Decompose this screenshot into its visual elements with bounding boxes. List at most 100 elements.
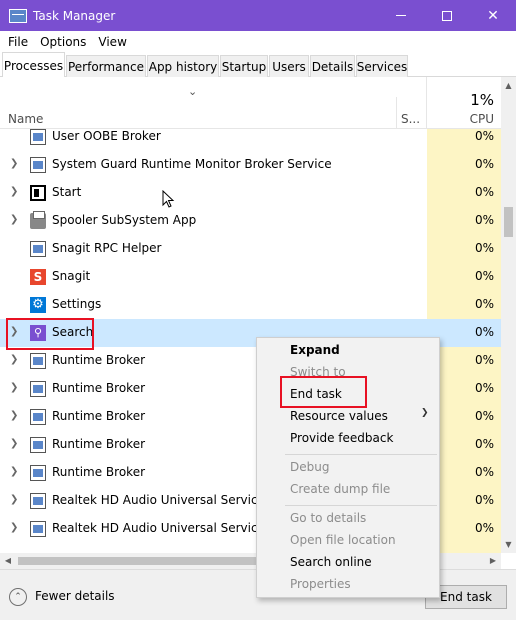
snagit-icon: S: [30, 269, 46, 285]
expand-chevron-icon[interactable]: ❯: [10, 410, 20, 421]
window-icon: [30, 465, 46, 481]
process-name: Runtime Broker: [52, 353, 146, 367]
context-menu-properties: Properties: [290, 577, 351, 591]
process-name: Realtek HD Audio Universal Service: [52, 493, 265, 507]
process-name: Spooler SubSystem App: [52, 213, 197, 227]
table-row[interactable]: Snagit RPC Helper 0%: [0, 235, 501, 263]
window-icon: [30, 493, 46, 509]
search-row-highlight-box: [6, 318, 94, 350]
end-task-highlight-box: [280, 376, 367, 408]
menu-options[interactable]: Options: [34, 35, 92, 49]
scroll-up-arrow-icon[interactable]: ▲: [501, 77, 516, 94]
vertical-scrollbar[interactable]: ▲ ▼: [501, 77, 516, 553]
context-menu-open-file-location: Open file location: [290, 533, 396, 547]
menu-separator: [285, 454, 437, 455]
mouse-cursor-icon: [162, 190, 175, 208]
table-row[interactable]: ❯ Spooler SubSystem App 0%: [0, 207, 501, 235]
window-icon: [30, 157, 46, 173]
process-cpu: 0%: [474, 241, 494, 255]
process-cpu: 0%: [474, 269, 494, 283]
process-name: Runtime Broker: [52, 381, 146, 395]
expand-chevron-icon[interactable]: ❯: [10, 354, 20, 365]
scroll-left-arrow-icon[interactable]: ◀: [0, 553, 16, 569]
process-name: Runtime Broker: [52, 409, 146, 423]
process-name: Start: [52, 185, 82, 199]
process-cpu: 0%: [474, 129, 494, 143]
window-title: Task Manager: [33, 8, 116, 23]
table-row[interactable]: S Snagit 0%: [0, 263, 501, 291]
expand-chevron-icon[interactable]: ❯: [10, 466, 20, 477]
settings-gear-icon: ⚙: [30, 297, 46, 313]
process-name: Realtek HD Audio Universal Service: [52, 521, 265, 535]
expand-chevron-icon[interactable]: ❯: [10, 494, 20, 505]
expand-chevron-icon[interactable]: ❯: [10, 186, 20, 197]
scroll-down-arrow-icon[interactable]: ▼: [501, 536, 516, 553]
column-header-status[interactable]: S...: [401, 112, 420, 126]
window-icon: [30, 129, 46, 145]
table-row[interactable]: ⚙ Settings 0%: [0, 291, 501, 319]
cpu-total-percent: 1%: [470, 91, 494, 109]
column-header-name[interactable]: Name: [8, 112, 43, 126]
window-icon: [30, 521, 46, 537]
sort-chevron-icon: ⌄: [188, 85, 198, 98]
window-icon: [30, 353, 46, 369]
process-cpu: 0%: [474, 157, 494, 171]
window-icon: [30, 241, 46, 257]
vertical-scroll-thumb[interactable]: [504, 207, 513, 237]
context-menu-debug: Debug: [290, 460, 330, 474]
tab-strip: Processes Performance App history Startu…: [0, 52, 516, 78]
tab-services[interactable]: Services: [356, 55, 408, 77]
process-name: Snagit RPC Helper: [52, 241, 162, 255]
table-row[interactable]: User OOBE Broker 0%: [0, 129, 501, 151]
submenu-arrow-icon: ❯: [421, 408, 429, 418]
column-header-row: ⌄ Name S... 1% CPU: [0, 77, 501, 129]
maximize-icon: [442, 10, 452, 21]
printer-icon: [30, 211, 46, 229]
tab-startup[interactable]: Startup: [220, 55, 268, 77]
menu-file[interactable]: File: [2, 35, 34, 49]
process-name: Settings: [52, 297, 102, 311]
tab-app-history[interactable]: App history: [147, 55, 219, 77]
window-icon: [30, 381, 46, 397]
process-name: User OOBE Broker: [52, 129, 161, 143]
context-menu-expand[interactable]: Expand: [290, 343, 340, 357]
scroll-right-arrow-icon[interactable]: ▶: [485, 553, 501, 569]
process-name: Runtime Broker: [52, 437, 146, 451]
column-header-cpu[interactable]: CPU: [428, 112, 494, 126]
menu-view[interactable]: View: [92, 35, 132, 49]
process-cpu: 0%: [474, 185, 494, 199]
expand-chevron-icon[interactable]: ❯: [10, 522, 20, 533]
expand-chevron-icon[interactable]: ❯: [10, 158, 20, 169]
tab-performance[interactable]: Performance: [66, 55, 146, 77]
table-row[interactable]: ❯ Start 0%: [0, 179, 501, 207]
chevron-up-circle-icon[interactable]: ⌃: [9, 588, 27, 606]
context-menu-provide-feedback[interactable]: Provide feedback: [290, 431, 393, 445]
process-cpu: 0%: [474, 297, 494, 311]
context-menu-go-to-details: Go to details: [290, 511, 367, 525]
expand-chevron-icon[interactable]: ❯: [10, 214, 20, 225]
process-name: System Guard Runtime Monitor Broker Serv…: [52, 157, 332, 171]
context-menu-create-dump-file: Create dump file: [290, 482, 391, 496]
menu-separator: [285, 505, 437, 506]
tab-processes[interactable]: Processes: [2, 52, 65, 78]
context-menu-search-online[interactable]: Search online: [290, 555, 372, 569]
close-button[interactable]: ✕: [470, 0, 516, 31]
process-cpu: 0%: [474, 213, 494, 227]
process-name: Snagit: [52, 269, 91, 283]
start-icon: [30, 185, 46, 201]
column-divider: [426, 77, 427, 129]
window-icon: [30, 437, 46, 453]
minimize-button[interactable]: [378, 0, 424, 31]
process-name: Runtime Broker: [52, 465, 146, 479]
window-icon: [30, 409, 46, 425]
expand-chevron-icon[interactable]: ❯: [10, 438, 20, 449]
tab-details[interactable]: Details: [310, 55, 355, 77]
task-manager-icon: [9, 8, 27, 23]
expand-chevron-icon[interactable]: ❯: [10, 382, 20, 393]
maximize-button[interactable]: [424, 0, 470, 31]
table-row[interactable]: ❯ System Guard Runtime Monitor Broker Se…: [0, 151, 501, 179]
fewer-details-link[interactable]: Fewer details: [35, 589, 115, 603]
context-menu-resource-values[interactable]: Resource values: [290, 409, 388, 423]
column-divider: [396, 97, 397, 129]
tab-users[interactable]: Users: [269, 55, 309, 77]
